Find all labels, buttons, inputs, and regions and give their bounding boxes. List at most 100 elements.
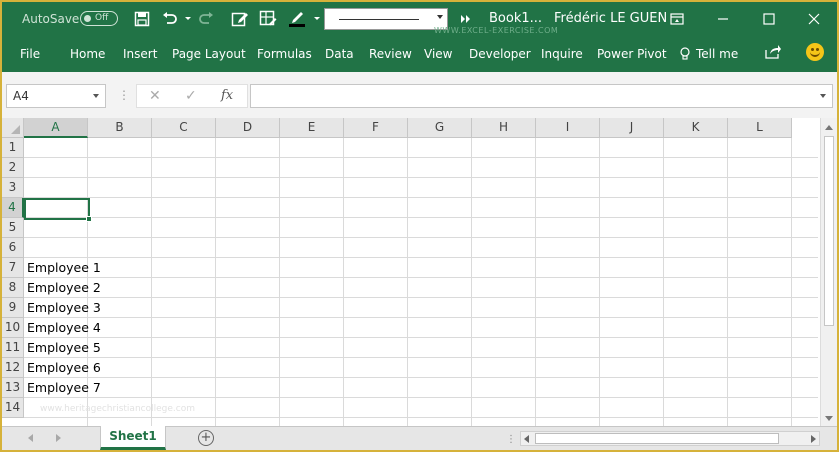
hscroll-thumb[interactable] — [535, 433, 779, 444]
tell-me-search[interactable]: Tell me — [679, 45, 738, 63]
column-header-c[interactable]: C — [152, 118, 216, 138]
chevron-down-icon — [93, 94, 99, 98]
ribbon-tabs: File Home Insert Page Layout Formulas Da… — [2, 35, 837, 72]
autosave-toggle[interactable]: Off — [80, 11, 118, 26]
toggle-knob — [84, 15, 91, 22]
column-header-d[interactable]: D — [216, 118, 280, 138]
scroll-left-icon[interactable] — [524, 435, 529, 443]
column-header-k[interactable]: K — [664, 118, 728, 138]
ribbon-display-icon[interactable] — [654, 2, 700, 35]
sheet-prev-icon[interactable] — [28, 434, 33, 442]
formula-bar-area: A4 ⋮ ✕ ✓ fx — [2, 72, 837, 118]
row-header-8[interactable]: 8 — [2, 278, 24, 298]
tab-split-icon[interactable]: ⋮ — [506, 434, 516, 445]
watermark-text: WWW.EXCEL-EXERCISE.COM — [434, 26, 559, 35]
sheet-tab-sheet1[interactable]: Sheet1 — [100, 426, 166, 450]
row-header-13[interactable]: 13 — [2, 378, 24, 398]
minimize-icon[interactable] — [700, 2, 746, 35]
enter-icon[interactable]: ✓ — [185, 88, 197, 104]
row-header-10[interactable]: 10 — [2, 318, 24, 338]
vertical-scrollbar[interactable] — [820, 118, 837, 426]
autosave-label: AutoSave — [22, 11, 80, 26]
cell-a11[interactable]: Employee 5 — [27, 338, 101, 358]
row-header-1[interactable]: 1 — [2, 138, 24, 158]
row-header-2[interactable]: 2 — [2, 158, 24, 178]
add-sheet-icon[interactable]: + — [198, 430, 214, 446]
chevron-down-icon — [437, 15, 443, 19]
name-box-value: A4 — [13, 89, 29, 103]
tab-inquire[interactable]: Inquire — [541, 45, 583, 63]
tab-view[interactable]: View — [424, 45, 452, 63]
insert-function-icon[interactable]: fx — [221, 88, 233, 103]
title-bar: AutoSave Off Book1... Frédéric LE GUEN W… — [2, 2, 837, 35]
row-header-3[interactable]: 3 — [2, 178, 24, 198]
column-header-l[interactable]: L — [728, 118, 792, 138]
column-header-b[interactable]: B — [88, 118, 152, 138]
border-style-combo[interactable] — [324, 8, 448, 30]
cell-area[interactable]: Employee 1 Employee 2 Employee 3 Employee 4… — [24, 138, 818, 426]
column-header-e[interactable]: E — [280, 118, 344, 138]
row-header-7[interactable]: 7 — [2, 258, 24, 278]
cancel-icon[interactable]: ✕ — [149, 88, 161, 104]
share-icon[interactable] — [764, 44, 782, 62]
save-icon[interactable] — [132, 9, 152, 29]
faint-watermark: www.heritagechristiancollege.com — [40, 404, 195, 414]
scroll-thumb[interactable] — [824, 136, 834, 326]
row-header-6[interactable]: 6 — [2, 238, 24, 258]
tab-power-pivot[interactable]: Power Pivot — [597, 45, 667, 63]
column-header-f[interactable]: F — [344, 118, 408, 138]
cell-a13[interactable]: Employee 7 — [27, 378, 101, 398]
cell-a7[interactable]: Employee 1 — [27, 258, 101, 278]
scroll-down-icon[interactable] — [825, 416, 833, 421]
tab-page-layout[interactable]: Page Layout — [172, 45, 246, 63]
undo-dropdown-icon[interactable] — [178, 9, 198, 29]
row-header-12[interactable]: 12 — [2, 358, 24, 378]
tab-review[interactable]: Review — [369, 45, 412, 63]
fill-handle[interactable] — [86, 216, 92, 222]
tab-file[interactable]: File — [20, 45, 40, 63]
row-header-11[interactable]: 11 — [2, 338, 24, 358]
cell-a9[interactable]: Employee 3 — [27, 298, 101, 318]
sheet-next-icon[interactable] — [56, 434, 61, 442]
tab-home[interactable]: Home — [70, 45, 105, 63]
edit-icon[interactable] — [230, 9, 250, 29]
cell-a10[interactable]: Employee 4 — [27, 318, 101, 338]
redo-icon — [196, 9, 216, 29]
expand-formula-icon[interactable] — [820, 94, 826, 98]
column-header-j[interactable]: J — [600, 118, 664, 138]
active-cell-cursor[interactable] — [24, 198, 92, 222]
scroll-up-icon[interactable] — [825, 125, 833, 130]
lightbulb-icon — [680, 47, 690, 60]
row-header-5[interactable]: 5 — [2, 218, 24, 238]
column-header-a[interactable]: A — [24, 118, 88, 138]
cell-a8[interactable]: Employee 2 — [27, 278, 101, 298]
row-header-9[interactable]: 9 — [2, 298, 24, 318]
formula-input[interactable] — [250, 84, 833, 108]
autosave-state: Off — [95, 13, 109, 23]
maximize-icon[interactable] — [746, 2, 792, 35]
user-name[interactable]: Frédéric LE GUEN — [554, 2, 667, 35]
name-box[interactable]: A4 — [6, 84, 106, 108]
tab-data[interactable]: Data — [325, 45, 354, 63]
formula-buttons: ✕ ✓ fx — [136, 84, 248, 108]
close-icon[interactable] — [791, 2, 837, 35]
sheet-tab-bar: Sheet1 + ⋮ — [2, 426, 837, 450]
tab-developer[interactable]: Developer — [469, 45, 531, 63]
tab-insert[interactable]: Insert — [123, 45, 157, 63]
undo-icon[interactable] — [160, 9, 180, 29]
column-header-i[interactable]: I — [536, 118, 600, 138]
worksheet-grid: ABCDEFGHIJKL 1 2 3 4 5 6 7 8 9 10 11 12 13 14 Employe… — [2, 118, 837, 426]
column-header-g[interactable]: G — [408, 118, 472, 138]
row-header-14[interactable]: 14 — [2, 398, 24, 418]
font-color-icon[interactable] — [288, 9, 308, 29]
horizontal-scrollbar[interactable] — [520, 431, 820, 446]
form-icon[interactable] — [258, 9, 278, 29]
cell-a12[interactable]: Employee 6 — [27, 358, 101, 378]
grip-icon[interactable]: ⋮ — [118, 88, 130, 102]
column-header-h[interactable]: H — [472, 118, 536, 138]
row-header-4[interactable]: 4 — [2, 198, 24, 218]
tab-formulas[interactable]: Formulas — [257, 45, 312, 63]
select-all-button[interactable] — [2, 118, 24, 138]
scroll-right-icon[interactable] — [811, 435, 816, 443]
smiley-feedback-icon[interactable] — [806, 43, 824, 61]
